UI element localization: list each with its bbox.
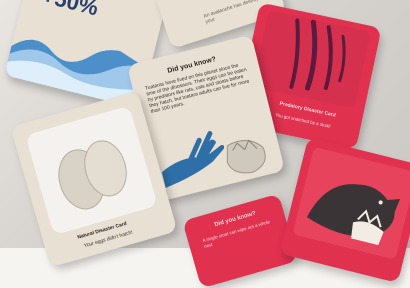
- hand-egg-illustration: [161, 131, 266, 188]
- claw-marks-icon: [289, 18, 346, 91]
- stoat-panel: [292, 146, 410, 260]
- bottom-card-text: A single stoat can wipe out a whole nest: [201, 219, 271, 250]
- stoat-illustration: [306, 184, 401, 246]
- claw-panel: [252, 10, 371, 109]
- did-you-know-body: Tuataras have lived on this planet since…: [144, 62, 251, 116]
- product-photo: +50% An avalanche has destroyed your Pre…: [0, 0, 410, 288]
- egg-panel: [25, 105, 158, 236]
- eggs-illustration: [58, 140, 127, 210]
- bottom-red-card: Did you know? A single stoat can wipe ou…: [182, 193, 298, 288]
- stoat-card: [279, 137, 410, 283]
